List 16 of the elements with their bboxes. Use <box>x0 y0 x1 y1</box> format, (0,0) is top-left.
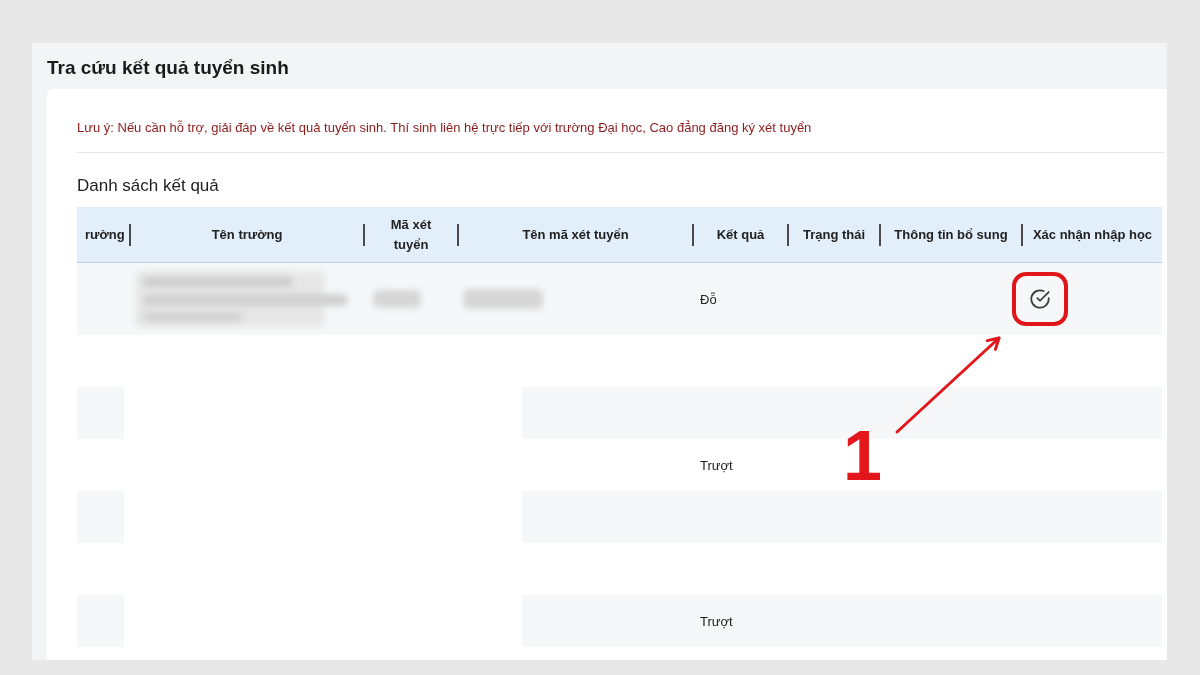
notice-text: Lưu ý: Nếu cần hỗ trợ, giải đáp về kết quả tuyển sinh. Thí sinh liên hệ trực tiếp với trường Đại học, Cao đẳng đăng ký xét tuyển <box>77 120 813 136</box>
table-cell: Trượt <box>700 457 733 473</box>
section-heading: Danh sách kết quả <box>77 175 220 197</box>
annotation-number: 1 <box>843 421 882 491</box>
column-header: Thông tin bổ sung <box>893 225 1009 244</box>
page-title: Tra cứu kết quả tuyển sinh <box>46 56 290 80</box>
column-header: Tên trường <box>210 225 284 244</box>
table-cell: Đỗ <box>700 291 717 307</box>
column-header: Trạng thái <box>801 225 867 244</box>
table-cell: Trượt <box>700 613 733 629</box>
column-header: Kết quả <box>715 225 766 244</box>
column-header: rường <box>84 225 126 244</box>
column-header: Mã xét tuyển <box>389 215 433 254</box>
column-header: Tên mã xét tuyển <box>521 225 630 244</box>
column-header: Xác nhận nhập học <box>1031 225 1154 244</box>
check-circle-icon[interactable] <box>1030 289 1050 309</box>
